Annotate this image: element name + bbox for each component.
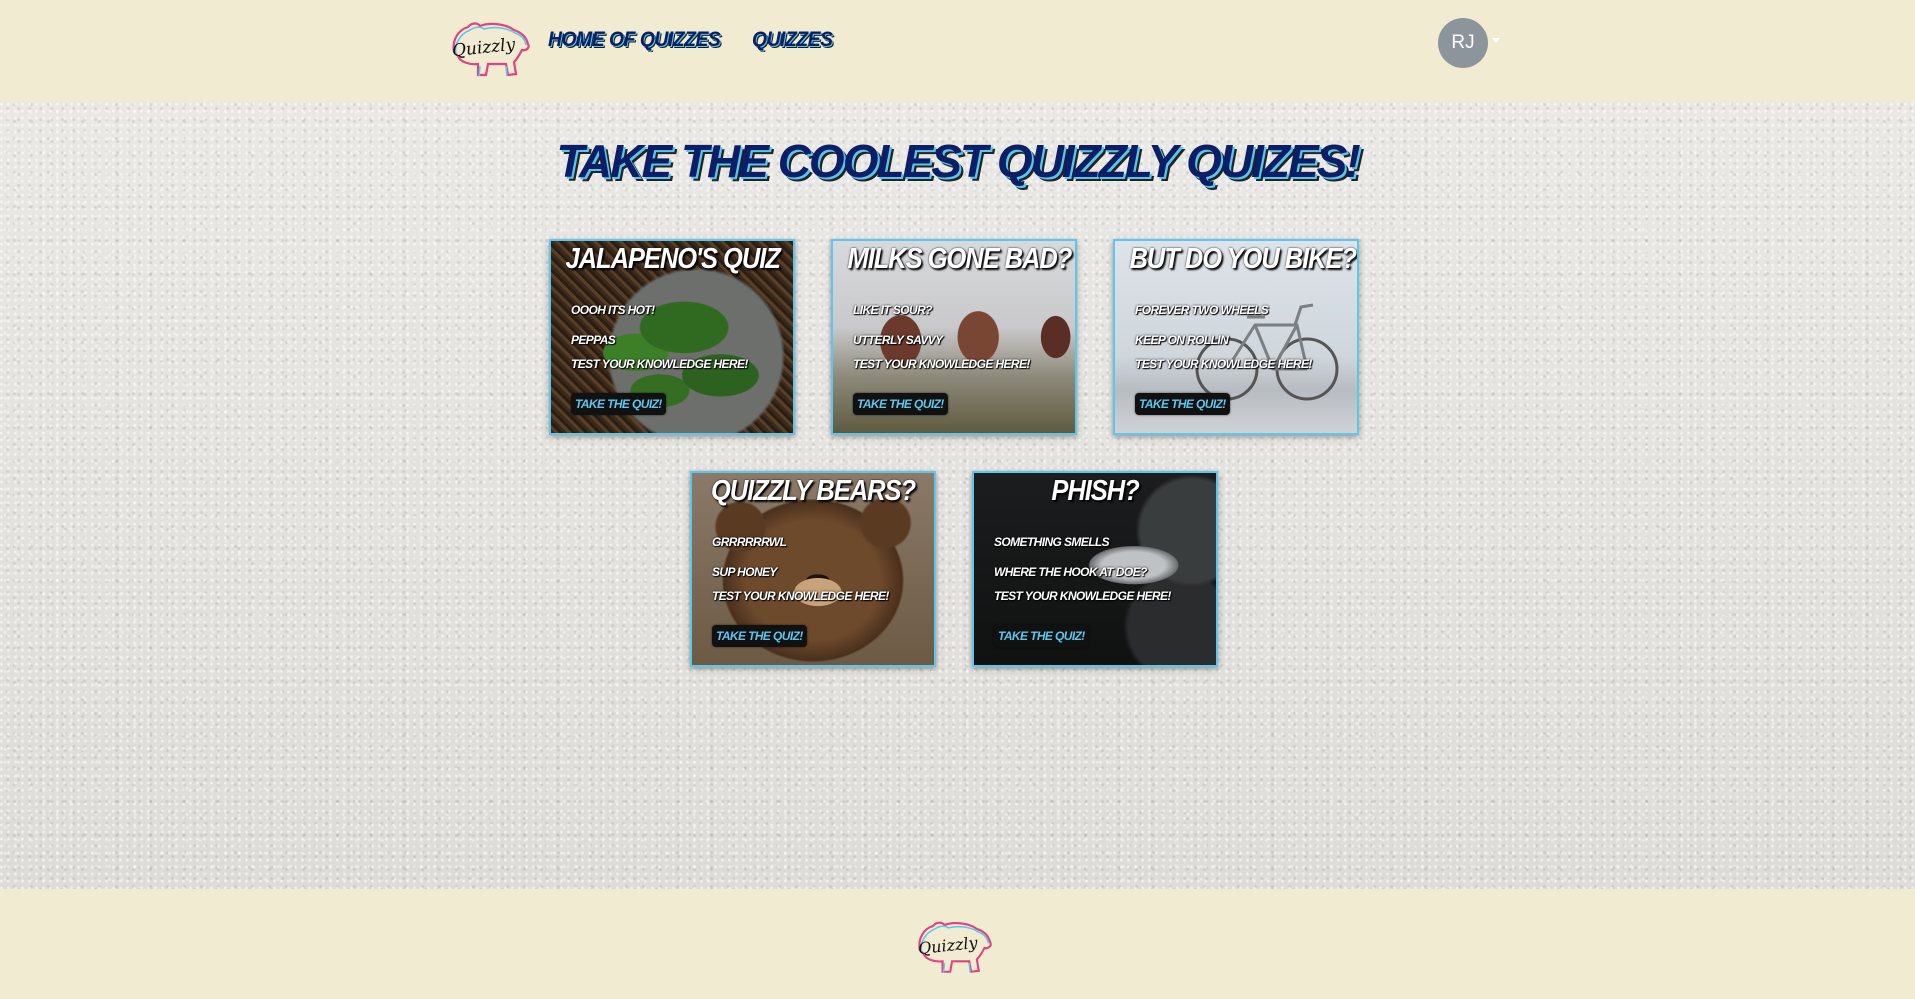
card-line: OOOH ITS HOT! [571,303,655,317]
nav-home-of-quizzes[interactable]: HOME OF QUIZZES [548,28,721,52]
card-line: TEST YOUR KNOWLEDGE HERE! [712,589,889,603]
avatar-initials: RJ [1451,32,1475,53]
card-line: PEPPAS [571,333,616,347]
card-line: GRRRRRRWL [712,535,787,549]
card-title: BUT DO YOU BIKE? [1129,243,1357,275]
card-line: SOMETHING SMELLS [994,535,1110,549]
card-line: WHERE THE HOOK AT DOE? [994,565,1147,579]
nav-quizzes[interactable]: QUIZZES [752,28,833,52]
card-title: QUIZZLY BEARS? [710,475,916,507]
card-line: TEST YOUR KNOWLEDGE HERE! [853,357,1030,371]
avatar[interactable]: RJ [1438,18,1488,68]
footer-logo[interactable]: Quizzly [914,917,994,977]
card-line: UTTERLY SAVVY [853,333,943,347]
quizzly-logo[interactable]: Quizzly [448,18,532,80]
take-quiz-button[interactable]: TAKE THE QUIZ! [571,393,666,415]
site-header: Quizzly HOME OF QUIZZES QUIZZES RJ [0,0,1915,102]
quiz-card-jalapeno[interactable]: JALAPENO'S QUIZ OOOH ITS HOT! PEPPAS TES… [549,239,795,435]
take-quiz-button[interactable]: TAKE THE QUIZ! [1135,393,1230,415]
page-title: TAKE THE COOLEST QUIZZLY QUIZES! [556,135,1360,187]
card-title: MILKS GONE BAD? [847,243,1073,275]
quiz-gallery [0,102,1915,889]
card-line: TEST YOUR KNOWLEDGE HERE! [1135,357,1312,371]
take-quiz-button[interactable]: TAKE THE QUIZ! [853,393,948,415]
card-title: JALAPENO'S QUIZ [565,243,781,275]
quiz-card-bike[interactable]: BUT DO YOU BIKE? FOREVER TWO WHEELS KEEP… [1113,239,1359,435]
quiz-card-bears[interactable]: QUIZZLY BEARS? GRRRRRRWL SUP HONEY TEST … [690,471,936,667]
card-line: FOREVER TWO WHEELS [1135,303,1269,317]
card-line: SUP HONEY [712,565,777,579]
take-quiz-button[interactable]: TAKE THE QUIZ! [994,625,1089,647]
take-quiz-button[interactable]: TAKE THE QUIZ! [712,625,807,647]
card-line: TEST YOUR KNOWLEDGE HERE! [571,357,748,371]
card-title: PHISH? [1051,475,1139,507]
card-line: TEST YOUR KNOWLEDGE HERE! [994,589,1171,603]
caret-down-icon[interactable] [1492,38,1500,43]
quiz-card-phish[interactable]: PHISH? SOMETHING SMELLS WHERE THE HOOK A… [972,471,1218,667]
card-line: LIKE IT SOUR? [853,303,932,317]
card-line: KEEP ON ROLLIN [1135,333,1229,347]
quiz-card-milks[interactable]: MILKS GONE BAD? LIKE IT SOUR? UTTERLY SA… [831,239,1077,435]
